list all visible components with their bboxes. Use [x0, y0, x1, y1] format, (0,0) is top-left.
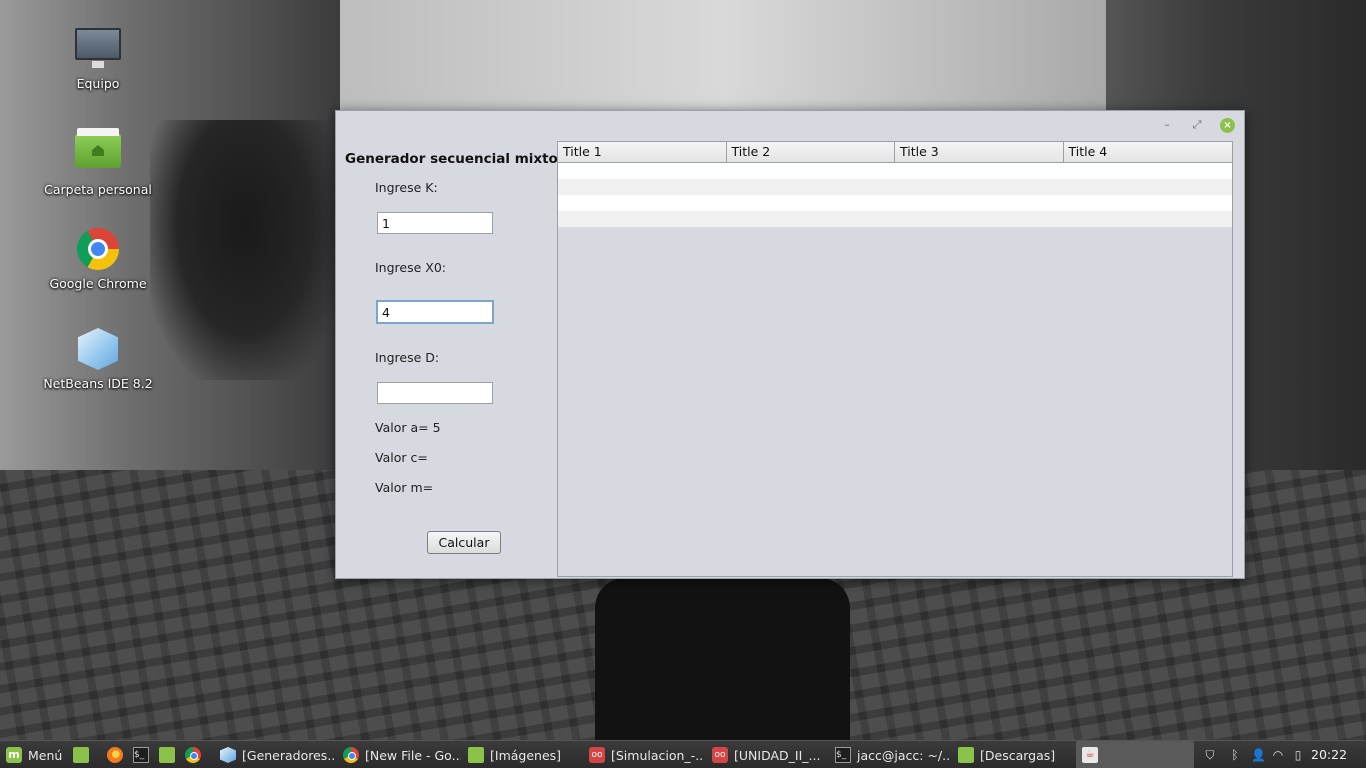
task-label: [New File - Go... — [365, 747, 461, 763]
table-row[interactable] — [558, 163, 1232, 179]
table-row[interactable] — [558, 211, 1232, 227]
k-input[interactable] — [377, 212, 493, 234]
valor-c-label: Valor c= — [375, 450, 428, 465]
task-label: [Descargas] — [980, 747, 1056, 763]
valor-a-label: Valor a= 5 — [375, 420, 441, 435]
menu-button[interactable]: m Menú — [6, 741, 68, 768]
app-window: – ⤢ × Generador secuencial mixto Ingrese… — [335, 110, 1245, 579]
taskbar-task-generadores[interactable]: [Generadores... — [214, 741, 336, 768]
terminal-icon: $_ — [133, 747, 149, 763]
firefox-icon — [107, 747, 123, 763]
column-header-title-4[interactable]: Title 4 — [1064, 142, 1233, 162]
d-label: Ingrese D: — [375, 350, 440, 365]
terminal-icon: $_ — [835, 747, 851, 763]
task-label: [Simulacion_-... — [611, 747, 703, 763]
task-label: jacc@jacc: ~/... — [857, 747, 949, 763]
k-label: Ingrese K: — [375, 180, 438, 195]
taskbar-task-imagenes[interactable]: [Imágenes] — [462, 741, 582, 768]
chrome-icon — [75, 228, 121, 272]
column-header-title-3[interactable]: Title 3 — [895, 142, 1064, 162]
desktop-icon-label: Equipo — [76, 76, 120, 91]
launcher-files[interactable] — [159, 741, 179, 768]
java-icon: ☕ — [1082, 747, 1098, 763]
folder-icon — [159, 747, 175, 763]
desktop-icon-carpeta-personal[interactable]: Carpeta personal — [38, 128, 158, 197]
taskbar-task-java-app[interactable]: ☕ — [1076, 741, 1194, 768]
wallpaper-crowd — [150, 120, 340, 380]
table-header: Title 1 Title 2 Title 3 Title 4 — [558, 142, 1232, 163]
desktop-icon-equipo[interactable]: Equipo — [38, 28, 158, 91]
x0-input[interactable] — [376, 300, 494, 324]
document-viewer-icon: oo — [712, 747, 728, 763]
show-desktop-icon — [73, 747, 89, 763]
folder-icon — [468, 747, 484, 763]
desktop-icon-google-chrome[interactable]: Google Chrome — [38, 228, 158, 291]
desktop-icon-netbeans[interactable]: NetBeans IDE 8.2 — [38, 328, 158, 391]
desktop-icon-label: Google Chrome — [49, 276, 147, 291]
d-input[interactable] — [377, 382, 493, 404]
wallpaper-figure — [595, 578, 850, 740]
netbeans-icon — [220, 747, 236, 763]
valor-m-label: Valor m= — [375, 480, 434, 495]
desktop-icon-label: Carpeta personal — [44, 182, 152, 197]
form-title: Generador secuencial mixto — [345, 151, 558, 167]
wifi-icon[interactable]: ◠ — [1271, 747, 1285, 763]
folder-icon — [958, 747, 974, 763]
home-folder-icon — [75, 128, 121, 178]
column-header-title-2[interactable]: Title 2 — [727, 142, 895, 162]
menu-label: Menú — [28, 747, 63, 763]
taskbar-task-descargas[interactable]: [Descargas] — [952, 741, 1072, 768]
calcular-button[interactable]: Calcular — [427, 531, 501, 554]
wallpaper-sky — [340, 0, 1106, 110]
mint-logo-icon: m — [6, 747, 22, 763]
task-label: [UNIDAD_II_... — [734, 747, 821, 763]
results-table[interactable]: Title 1 Title 2 Title 3 Title 4 — [557, 141, 1233, 577]
taskbar: m Menú $_ [Generadores... [New File - Go… — [0, 740, 1366, 768]
launcher-firefox[interactable] — [107, 741, 127, 768]
launcher-chrome[interactable] — [185, 741, 205, 768]
taskbar-task-terminal[interactable]: $_ jacc@jacc: ~/... — [829, 741, 949, 768]
chrome-icon — [185, 747, 201, 763]
computer-icon — [75, 28, 121, 72]
user-icon[interactable]: 👤 — [1251, 747, 1266, 763]
task-label: [Imágenes] — [490, 747, 562, 763]
launcher-terminal[interactable]: $_ — [133, 741, 153, 768]
window-titlebar[interactable]: – ⤢ × — [336, 111, 1244, 141]
document-viewer-icon: oo — [589, 747, 605, 763]
taskbar-task-new-file[interactable]: [New File - Go... — [337, 741, 461, 768]
shield-icon[interactable]: ⛉ — [1203, 747, 1217, 763]
chrome-icon — [343, 747, 359, 763]
maximize-button[interactable]: ⤢ — [1189, 117, 1205, 133]
task-label: [Generadores... — [242, 747, 336, 763]
minimize-button[interactable]: – — [1159, 117, 1175, 133]
desktop-icon-label: NetBeans IDE 8.2 — [43, 376, 153, 391]
launcher-show-desktop[interactable] — [73, 741, 95, 768]
x0-label: Ingrese X0: — [375, 260, 447, 275]
netbeans-icon — [75, 328, 121, 372]
table-row[interactable] — [558, 195, 1232, 211]
bluetooth-icon[interactable]: ᛒ — [1228, 747, 1242, 763]
taskbar-task-unidad-ii[interactable]: oo [UNIDAD_II_... — [706, 741, 826, 768]
column-header-title-1[interactable]: Title 1 — [558, 142, 727, 162]
battery-icon[interactable]: ▯ — [1291, 747, 1305, 763]
close-button[interactable]: × — [1220, 118, 1235, 133]
table-row[interactable] — [558, 179, 1232, 195]
taskbar-task-simulacion[interactable]: oo [Simulacion_-... — [583, 741, 703, 768]
clock[interactable]: 20:22 — [1311, 741, 1347, 768]
